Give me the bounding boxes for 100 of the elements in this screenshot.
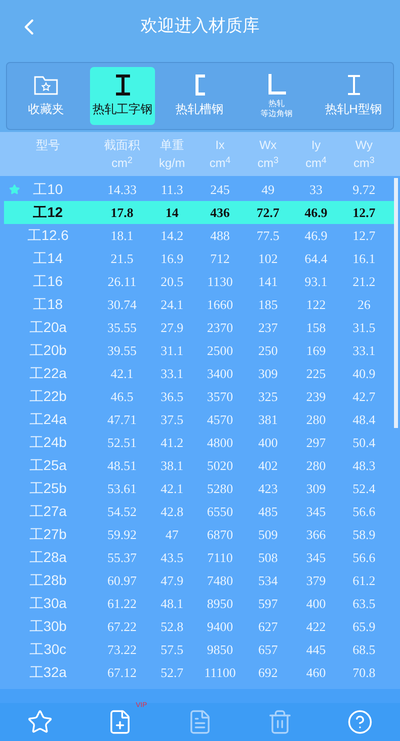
table-row[interactable]: 工25a 48.51 38.1 5020 402 280 48.3 [4,454,394,477]
table-cell-text: 工12 [33,203,63,222]
table-cell-text: 102 [258,250,278,268]
category-tab[interactable]: 热轧H型钢 [321,67,386,125]
table-cell-text: 14.33 [107,180,137,199]
table-cell-text: 12.7 [352,204,376,222]
table-row[interactable]: 工10 14.33 11.3 245 49 33 9.72 [4,178,394,201]
table-row[interactable]: 工20b 39.55 31.1 2500 250 169 33.1 [4,339,394,362]
column-unit: cm$^{3}$ [353,154,374,172]
toolbar-button[interactable] [347,709,373,735]
channel-icon [194,74,206,96]
table-row[interactable]: 工28b 60.97 47.9 7480 534 379 61.2 [4,569,394,592]
table-cell-text: 48.3 [352,456,376,475]
table-row[interactable]: 工16 26.11 20.5 1130 141 93.1 21.2 [4,270,394,293]
table-cell-text: 61.22 [107,594,137,613]
table-row[interactable]: 工30a 61.22 48.1 8950 597 400 63.5 [4,592,394,615]
table-cell-text: 3400 [207,364,233,383]
category-tab[interactable]: 热轧 等边角钢 [244,67,309,125]
table-cell-text: 169 [306,342,326,360]
table-cell-text: 52.4 [352,480,376,498]
table-row[interactable]: 工18 30.74 24.1 1660 185 122 26 [4,293,394,316]
table-row[interactable]: 工28a 55.37 43.5 7110 508 345 56.6 [4,546,394,569]
table-row[interactable]: 工32a 67.12 52.7 11100 692 460 70.8 [4,661,394,684]
category-tab[interactable]: 热轧槽钢 [167,67,232,125]
table-row[interactable]: 工20a 35.55 27.9 2370 237 158 31.5 [4,316,394,339]
table-cell-text: 57.5 [160,640,184,659]
table-row[interactable]: 工25b 53.61 42.1 5280 423 309 52.4 [4,477,394,500]
star-icon [27,709,53,735]
table-cell-text: 9.72 [352,180,376,199]
table-cell-text: 42.7 [352,388,376,406]
table-cell-text: 42.1 [160,480,184,498]
table-cell-text: 工25a [29,456,67,475]
column-header: Wy [355,137,373,154]
scrollbar[interactable] [394,178,398,428]
table-cell-text: 30.74 [107,296,137,314]
table-cell-text: 67.22 [107,618,137,636]
table-cell-text: 21.2 [352,272,376,291]
column-header: 型号 [36,137,60,154]
table-row[interactable]: 工22b 46.5 36.5 3570 325 239 42.7 [4,385,394,408]
table-cell-text: 122 [306,296,326,314]
table-cell-text: 36.5 [160,388,184,406]
table-cell-text: 27.9 [160,318,184,337]
table-cell-text: 工28b [29,571,67,590]
table-cell-text: 33.1 [352,342,376,360]
table-cell-text: 工27b [29,525,67,544]
table-cell-text: 46.9 [304,226,328,245]
table-cell-text: 17.8 [110,204,134,222]
column-unit: kg/m [158,155,185,172]
category-tab[interactable]: 热轧工字钢 [90,67,155,125]
table-cell-text: 14.2 [160,226,184,245]
table-row[interactable]: 工24b 52.51 41.2 4800 400 297 50.4 [4,431,394,454]
table-cell-text: 工25b [29,479,67,498]
toolbar-button[interactable] [27,709,53,735]
table-row[interactable]: 工22a 42.1 33.1 3400 309 225 40.9 [4,362,394,385]
table-cell-text: 47.9 [160,572,184,590]
table-cell-text: 712 [210,250,230,268]
table-row[interactable]: 工12 17.8 14 436 72.7 46.9 12.7 [4,201,394,224]
table-cell-text: 345 [306,502,326,521]
table-cell-text: 工14 [33,249,63,268]
table-cell-text: 627 [258,618,278,636]
table-cell-text: 68.5 [352,640,376,659]
table-cell-text: 41.2 [160,434,184,452]
category-label: 热轧 [268,99,284,109]
table-cell-text: 16.1 [352,250,376,268]
table-cell-text: 33 [310,180,322,199]
table-cell-text: 70.8 [352,664,376,682]
column-header: 截面积 [104,137,140,154]
table-cell-text: 工16 [33,272,63,291]
column-header: Wx [259,137,277,154]
category-tab[interactable]: 收藏夹 [14,67,78,125]
table-cell-text: 49 [262,180,274,199]
table-row[interactable]: 工14 21.5 16.9 712 102 64.4 16.1 [4,247,394,270]
table-cell-text: 657 [258,640,278,659]
table-row[interactable]: 工27a 54.52 42.8 6550 485 345 56.6 [4,500,394,523]
table-cell-text: 65.9 [352,618,376,636]
table-cell-text: 400 [306,594,326,613]
table-cell-text: 445 [306,640,326,659]
table-cell-text: 7480 [207,572,233,590]
table-row[interactable]: 工27b 59.92 47 6870 509 366 58.9 [4,523,394,546]
table-cell-text: 工18 [33,295,63,314]
table-cell-text: 16.9 [160,250,184,268]
table-cell-text: 59.92 [107,526,137,544]
table-cell-text: 60.97 [107,572,137,590]
table-row[interactable]: 工24a 47.71 37.5 4570 381 280 48.4 [4,408,394,431]
table-cell-text: 43.5 [160,548,184,567]
table-cell-text: 48.51 [107,456,137,475]
table-cell-text: 225 [306,364,326,383]
column-header: 单重 [160,137,184,154]
table-cell-text: 7110 [207,548,233,567]
table-cell-text: 488 [210,226,230,245]
toolbar-button[interactable] [267,709,293,735]
table-row[interactable]: 工30b 67.22 52.8 9400 627 422 65.9 [4,615,394,638]
table-cell-text: 77.5 [256,226,280,245]
table-cell-text: 31.5 [352,318,376,337]
table-cell-text: 52.7 [160,664,184,682]
table-cell-text: 6870 [207,526,233,544]
table-row[interactable]: 工30c 73.22 57.5 9850 657 445 68.5 [4,638,394,661]
table-cell-text: 5020 [207,456,233,475]
table-row[interactable]: 工12.6 18.1 14.2 488 77.5 46.9 12.7 [4,224,394,247]
trash-icon [267,709,293,735]
